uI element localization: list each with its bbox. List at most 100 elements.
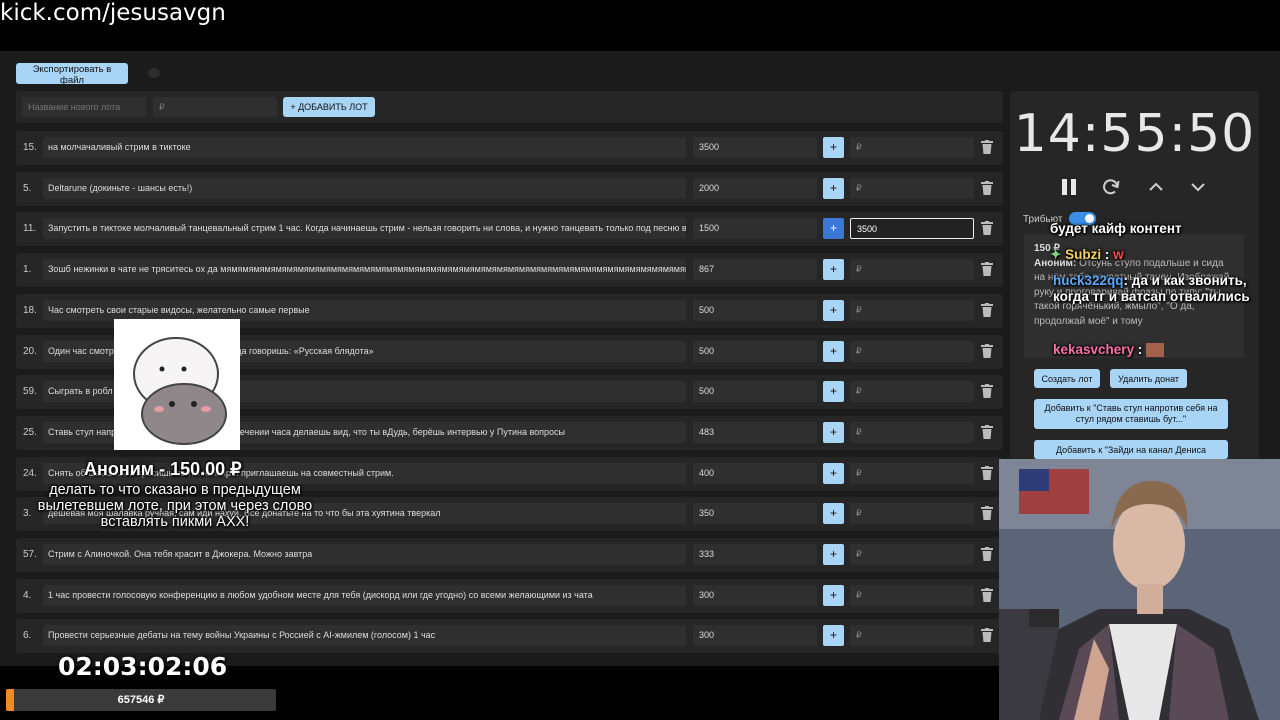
add-amount-button[interactable]: + <box>823 584 844 606</box>
add-amount-button[interactable]: + <box>823 218 844 240</box>
trash-icon[interactable] <box>981 506 993 521</box>
lot-add-input[interactable]: ₽ <box>850 503 974 525</box>
lot-amount-input[interactable]: 500 <box>693 381 817 403</box>
goal-amount: 657546 ₽ <box>117 694 165 706</box>
add-amount-button[interactable]: + <box>823 421 844 443</box>
delete-donation-button[interactable]: Удалить донат <box>1110 369 1187 388</box>
lot-number: 6. <box>23 630 32 642</box>
chat-username[interactable]: kekasvchery <box>1053 342 1134 357</box>
lot-name-input[interactable]: Час смотреть свои старые видосы, желател… <box>43 299 686 321</box>
lot-number: 24. <box>23 467 37 479</box>
lot-amount-input[interactable]: 1500 <box>693 218 817 240</box>
lot-row: 5. Deltarune (докиньте - шансы есть!) 2000… <box>16 171 1003 206</box>
lot-add-input[interactable]: ₽ <box>850 259 974 281</box>
browser-url[interactable]: kick.com/jesusavgn <box>0 0 226 26</box>
lot-amount-input[interactable]: 483 <box>693 421 817 443</box>
countdown-timer: 02:03:02:06 <box>58 652 228 681</box>
trash-icon[interactable] <box>981 343 993 358</box>
trash-icon[interactable] <box>981 221 993 236</box>
lot-row: 1. Зошб нежинки в чате не тряситесь ох да… <box>16 253 1003 288</box>
add-amount-button[interactable]: + <box>823 340 844 362</box>
lot-add-input[interactable]: ₽ <box>850 421 974 443</box>
lot-number: 4. <box>23 589 32 601</box>
chevron-up-icon[interactable] <box>1146 177 1166 197</box>
lot-amount-input[interactable]: 400 <box>693 462 817 484</box>
trash-icon[interactable] <box>981 547 993 561</box>
lot-name-input[interactable]: Стрим с Алиночкой. Она тебя красит в Джо… <box>43 544 686 565</box>
lot-row: 15. на молчачаливый стрим в тиктоке 3500 + ₽ <box>16 131 1003 165</box>
lot-amount-input[interactable]: 867 <box>693 259 817 281</box>
add-amount-button[interactable]: + <box>823 503 844 525</box>
lot-add-input[interactable]: ₽ <box>850 299 974 321</box>
trash-icon[interactable] <box>981 465 993 480</box>
lot-add-input[interactable]: ₽ <box>850 137 974 158</box>
alert-message: делать то что сказано в предыдущем вылет… <box>37 482 313 530</box>
lot-number: 18. <box>23 304 37 316</box>
lot-add-input[interactable]: ₽ <box>850 544 974 565</box>
create-lot-button[interactable]: Создать лот <box>1034 369 1100 388</box>
goal-progress-bar: 657546 ₽ <box>6 689 276 711</box>
trash-icon[interactable] <box>981 628 993 643</box>
lot-amount-input[interactable]: 350 <box>693 503 817 525</box>
add-amount-button[interactable]: + <box>823 544 844 565</box>
lot-number: 1. <box>23 264 32 276</box>
export-button[interactable]: Экспортировать в файл <box>16 63 128 86</box>
lot-name-input[interactable]: Deltarune (докиньте - шансы есть!) <box>43 177 686 199</box>
lot-number: 59. <box>23 386 37 398</box>
lot-add-input[interactable]: ₽ <box>850 177 974 199</box>
lot-row: 11. Запустить в тиктоке молчаливый танцев… <box>16 212 1003 247</box>
add-amount-button[interactable]: + <box>823 625 844 647</box>
lot-add-input[interactable]: ₽ <box>850 381 974 403</box>
lot-add-input[interactable]: ₽ <box>850 462 974 484</box>
lot-number: 15. <box>23 142 37 153</box>
add-amount-button[interactable]: + <box>823 177 844 199</box>
add-amount-button[interactable]: + <box>823 462 844 484</box>
lot-number: 11. <box>23 223 37 235</box>
webcam-feed <box>999 459 1280 720</box>
lot-name-input[interactable]: Провести серьезные дебаты на тему войны … <box>43 625 686 647</box>
lot-amount-input[interactable]: 500 <box>693 299 817 321</box>
add-amount-button[interactable]: + <box>823 299 844 321</box>
lot-number: 25. <box>23 426 37 438</box>
trash-icon[interactable] <box>981 302 993 317</box>
add-amount-button[interactable]: + <box>823 259 844 281</box>
lot-row: 4. 1 час провести голосовую конференцию в… <box>16 578 1003 613</box>
add-amount-button[interactable]: + <box>823 137 844 158</box>
chat-username[interactable]: Subzi <box>1065 247 1101 262</box>
chat-username[interactable]: huck322qq <box>1053 273 1124 288</box>
lot-add-input[interactable]: 3500 <box>850 218 974 240</box>
lot-name-input[interactable]: Зошб нежинки в чате не тряситесь ох да м… <box>43 259 686 281</box>
trash-icon[interactable] <box>981 262 993 277</box>
lot-name-input[interactable]: на молчачаливый стрим в тиктоке <box>43 137 686 158</box>
lot-add-input[interactable]: ₽ <box>850 340 974 362</box>
lot-amount-input[interactable]: 300 <box>693 584 817 606</box>
chat-fragment: будет кайф контент <box>1050 221 1182 236</box>
chevron-down-icon[interactable] <box>1188 177 1208 197</box>
pause-icon[interactable] <box>1059 177 1079 197</box>
alert-title: Аноним - 150.00 ₽ <box>84 459 242 479</box>
lot-amount-input[interactable]: 300 <box>693 625 817 647</box>
add-to-lot-button-1[interactable]: Добавить к "Ставь стул напротив себя на … <box>1034 399 1228 429</box>
lot-amount-input[interactable]: 2000 <box>693 177 817 199</box>
reset-icon[interactable] <box>1101 177 1121 197</box>
new-lot-amount-input[interactable] <box>153 97 277 117</box>
lot-amount-input[interactable]: 3500 <box>693 137 817 158</box>
lot-row: 6. Провести серьезные дебаты на тему войн… <box>16 619 1003 654</box>
lot-name-input[interactable]: 1 час провести голосовую конференцию в л… <box>43 584 686 606</box>
trash-icon[interactable] <box>981 424 993 439</box>
lot-number: 57. <box>23 549 37 560</box>
lot-amount-input[interactable]: 500 <box>693 340 817 362</box>
new-lot-name-input[interactable] <box>22 97 146 117</box>
lot-amount-input[interactable]: 333 <box>693 544 817 565</box>
lot-add-input[interactable]: ₽ <box>850 584 974 606</box>
trash-icon[interactable] <box>981 180 993 195</box>
lot-add-input[interactable]: ₽ <box>850 625 974 647</box>
lot-name-input[interactable]: Запустить в тиктоке молчаливый танцеваль… <box>43 218 686 240</box>
add-to-lot-button-2[interactable]: Добавить к "Зайди на канал Дениса <box>1034 440 1228 459</box>
theme-toggle[interactable] <box>148 68 160 78</box>
trash-icon[interactable] <box>981 587 993 602</box>
trash-icon[interactable] <box>981 140 993 154</box>
add-amount-button[interactable]: + <box>823 381 844 403</box>
trash-icon[interactable] <box>981 384 993 399</box>
add-lot-button[interactable]: + ДОБАВИТЬ ЛОТ <box>283 97 375 117</box>
